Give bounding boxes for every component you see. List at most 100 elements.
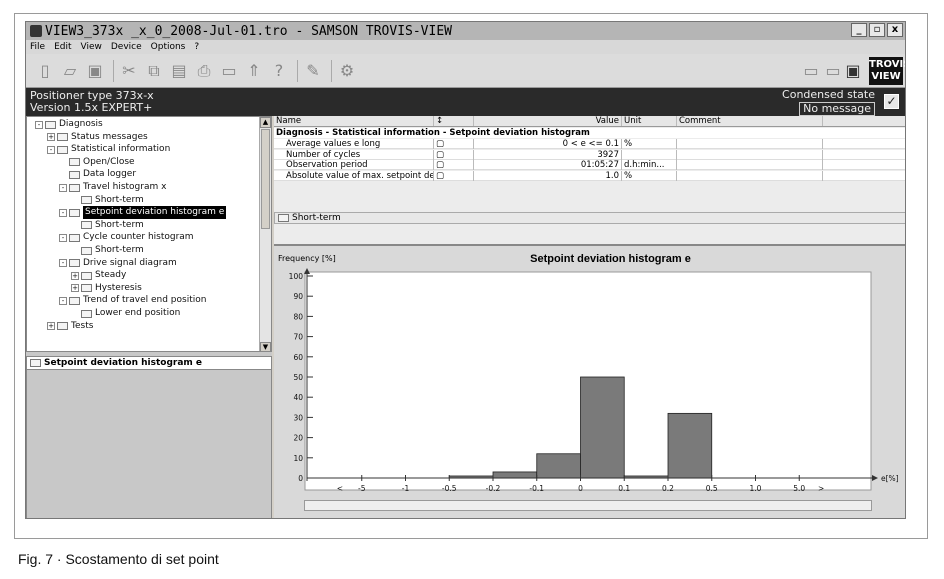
upload-icon[interactable]: ⇑ [243,60,265,82]
y-tick-label: 90 [293,292,303,301]
scroll-thumb[interactable] [261,129,270,229]
tree-item[interactable]: - Drive signal diagram [59,257,177,270]
copy-icon[interactable]: ⧉ [143,60,165,82]
monitor-offline-icon[interactable]: ▭ [800,60,822,82]
table-row[interactable]: Average values e long ▢ 0 < e <= 0.1% [274,139,905,149]
tree-item[interactable]: - Setpoint deviation histogram e [59,206,227,220]
save-icon[interactable]: ▣ [84,60,106,82]
cut-icon[interactable]: ✂ [118,60,140,82]
tree-item[interactable]: + Status messages [47,131,148,144]
menu-edit[interactable]: Edit [54,42,71,52]
menu-device[interactable]: Device [111,42,142,52]
tree-item-label: Steady [95,270,127,281]
help-icon[interactable]: ? [268,60,290,82]
scroll-up-icon[interactable]: ▲ [260,117,271,128]
y-tick-label: 60 [293,353,303,362]
expand-icon[interactable]: + [47,133,55,142]
minimize-button[interactable]: _ [851,23,867,37]
row-name: Average values e long [274,139,434,149]
menu-help[interactable]: ? [194,42,199,52]
collapse-icon[interactable]: - [59,208,67,217]
row-name: Observation period [274,160,434,170]
new-file-icon[interactable]: ▯ [34,60,56,82]
device-connect-icon[interactable]: ▣ [842,60,864,82]
detail-panel-title: Setpoint deviation histogram e [44,358,203,368]
table-row[interactable]: Observation period ▢ 01:05:27 d.h:min... [274,160,905,170]
paste-icon[interactable]: ▤ [168,60,190,82]
tree-item[interactable]: - Cycle counter histogram [59,231,194,244]
right-pane: Name ↕ Value Unit Comment Diagnosis - Statist… [274,116,905,518]
settings-icon[interactable]: ⚙ [336,60,358,82]
title-bar: VIEW3_373x _x_0_2008-Jul-01.tro - SAMSON… [26,22,905,40]
tree-item[interactable]: + Tests [47,320,93,333]
tree-item[interactable]: - Statistical information [47,143,170,156]
short-term-row[interactable]: Short-term [274,212,905,224]
collapse-icon[interactable]: - [47,145,55,154]
tree-item[interactable]: Short-term [71,194,144,207]
collapse-icon[interactable]: - [59,183,67,192]
tree-item-label: Short-term [95,245,144,255]
tools-icon[interactable]: ✎ [302,60,324,82]
tree-item[interactable]: Open/Close [59,156,135,169]
folder-icon [69,208,80,217]
tree-item[interactable]: Data logger [59,168,136,181]
detail-panel: Setpoint deviation histogram e [26,356,272,518]
table-row[interactable]: Absolute value of max. setpoint devia...… [274,170,905,181]
row-edit-icon[interactable]: ▢ [434,139,474,149]
collapse-icon[interactable]: - [35,120,43,129]
close-button[interactable]: x [887,23,903,37]
row-edit-icon[interactable]: ▢ [434,170,474,181]
toolbar-divider [331,59,332,82]
navigation-tree: ▲ ▼ - Diagnosis + Status messages - Statistic… [26,116,272,352]
column-header-unit: Unit [622,116,677,126]
tree-item[interactable]: - Diagnosis [35,118,103,131]
table-header[interactable]: Name ↕ Value Unit Comment [274,116,905,127]
row-edit-icon[interactable]: ▢ [434,149,474,160]
tree-item[interactable]: Short-term [71,219,144,232]
row-unit: % [622,170,677,181]
y-tick-label: 0 [298,474,303,483]
toolbar: ▯ ▱ ▣ ✂ ⧉ ▤ ⎙ ▭ ⇑ ? ✎ ⚙ ▭ ▭ ▣ TROVIS VIE… [26,54,905,88]
row-edit-icon[interactable]: ▢ [434,160,474,170]
tree-scrollbar[interactable]: ▲ ▼ [259,117,271,351]
menu-file[interactable]: File [30,42,45,52]
tree-item[interactable]: Short-term [71,244,144,257]
trovis-view-logo: TROVIS VIEW [869,57,905,85]
chart-horizontal-scrollbar[interactable] [304,500,872,511]
monitor-online-icon[interactable]: ▭ [822,60,844,82]
expand-icon[interactable]: + [71,271,79,280]
menu-options[interactable]: Options [151,42,186,52]
y-tick-label: 20 [293,434,303,443]
folder-icon [81,271,92,280]
expand-icon[interactable]: + [71,284,79,293]
tree-item[interactable]: + Hysteresis [71,282,142,295]
open-folder-icon[interactable]: ▱ [59,60,81,82]
x-tick-label: > [818,484,824,493]
tree-item[interactable]: + Steady [71,269,126,282]
y-tick-label: 30 [293,413,303,422]
x-tick-label: -5 [358,484,366,493]
restore-button[interactable]: ▫ [869,23,885,37]
folder-icon [69,170,80,179]
collapse-icon[interactable]: - [59,259,67,268]
collapse-icon[interactable]: - [59,296,67,305]
tree-item-label: Status messages [71,131,148,142]
row-unit: % [622,139,677,149]
histogram-bar [536,453,581,479]
tree-item[interactable]: - Travel histogram x [59,181,166,194]
scroll-down-icon[interactable]: ▼ [260,342,271,351]
table-group-row[interactable]: Diagnosis - Statistical information - Se… [274,128,905,138]
x-tick-label: -0.1 [529,484,544,493]
expand-icon[interactable]: + [47,322,55,331]
row-empty [823,171,905,181]
tree-item[interactable]: - Trend of travel end position [59,294,206,307]
menu-view[interactable]: View [81,42,102,52]
print-preview-icon[interactable]: ▭ [218,60,240,82]
condensed-state: Condensed state No message [782,89,875,116]
tree-item-label: Hysteresis [95,282,142,293]
collapse-icon[interactable]: - [59,233,67,242]
tree-item[interactable]: Lower end position [71,307,180,320]
detail-panel-header[interactable]: Setpoint deviation histogram e [27,357,271,370]
print-icon[interactable]: ⎙ [193,60,215,82]
table-row[interactable]: Number of cycles ▢ 3927 [274,149,905,160]
